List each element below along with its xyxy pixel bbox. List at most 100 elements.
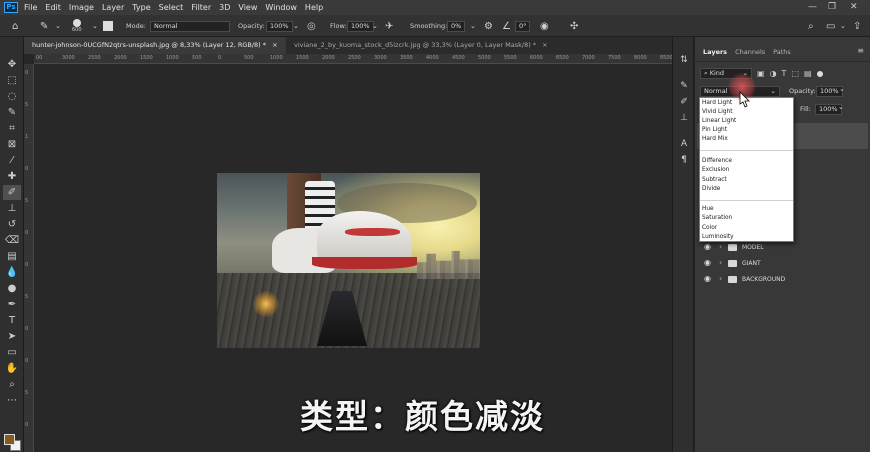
frame-tool-icon[interactable]: ⊠ [3,137,21,152]
smoothing-input[interactable]: 0% [447,15,466,37]
dodge-tool-icon[interactable]: ● [3,281,21,296]
share-icon[interactable]: ⇪ [853,15,861,37]
fill-chevron-icon[interactable]: ⌄ [838,103,844,111]
tool-preset-chevron-icon[interactable]: ⌄ [55,15,61,37]
angle-input[interactable]: 0° [515,15,531,37]
eyedropper-tool-icon[interactable]: ⁄ [3,153,21,168]
menu-select[interactable]: Select [159,3,184,12]
opacity-chevron-icon[interactable]: ⌄ [839,85,845,93]
restore-icon[interactable]: ❐ [828,2,836,12]
move-tool-icon[interactable]: ✥ [3,57,21,72]
tab-paths[interactable]: Paths [773,48,791,56]
visibility-eye-icon[interactable]: ◉ [704,274,711,283]
document-tab[interactable]: viviane_2_by_kuoma_stock_d5izcrk.jpg @ 3… [286,37,556,54]
blend-option-saturation[interactable]: Saturation [702,214,732,223]
smoothing-gear-icon[interactable]: ⚙ [484,15,493,37]
zoom-tool-icon[interactable]: ⌕ [3,377,21,392]
menu-file[interactable]: File [24,3,37,12]
smoothing-chevron-icon[interactable]: ⌄ [470,15,476,37]
menu-layer[interactable]: Layer [102,3,124,12]
crop-tool-icon[interactable]: ⌗ [3,121,21,136]
layer-row[interactable]: ◉ › MODEL [697,240,868,255]
filter-shape-icon[interactable]: ⬚ [791,69,799,78]
close-tab-icon[interactable]: × [272,41,277,49]
filter-smart-object-icon[interactable]: ▤ [804,69,812,78]
menu-view[interactable]: View [238,3,257,12]
hand-tool-icon[interactable]: ✋ [3,361,21,376]
opacity-chevron-icon[interactable]: ⌄ [293,15,299,37]
airbrush-icon[interactable]: ✈ [385,15,393,37]
menu-3d[interactable]: 3D [219,3,230,12]
menu-help[interactable]: Help [305,3,323,12]
healing-brush-tool-icon[interactable]: ✚ [3,169,21,184]
eraser-tool-icon[interactable]: ⌫ [3,233,21,248]
rectangle-tool-icon[interactable]: ▭ [3,345,21,360]
document-image[interactable] [217,173,480,348]
blend-option-vivid-light[interactable]: Vivid Light [702,108,732,117]
tab-layers[interactable]: Layers [703,48,727,56]
visibility-eye-icon[interactable]: ◉ [704,242,711,251]
document-tab-active[interactable]: hunter-johnson-0UCGfN2qtrs-unsplash.jpg … [24,37,286,54]
menu-edit[interactable]: Edit [45,3,61,12]
symmetry-icon[interactable]: ✣ [570,15,578,37]
gradient-tool-icon[interactable]: ▤ [3,249,21,264]
pen-tool-icon[interactable]: ✒ [3,297,21,312]
brushes-panel-icon[interactable]: ✐ [678,97,690,109]
filter-adjustment-icon[interactable]: ◑ [770,69,777,78]
marquee-tool-icon[interactable]: ⬚ [3,73,21,88]
brush-tool-icon[interactable]: ✎ [40,15,48,37]
close-tab-icon[interactable]: × [542,41,547,49]
character-panel-icon[interactable]: A [678,139,690,151]
search-icon[interactable]: ⌕ [808,15,814,37]
blend-option-divide[interactable]: Divide [702,185,720,194]
more-tools-icon[interactable]: ⋯ [3,393,21,408]
path-selection-tool-icon[interactable]: ➤ [3,329,21,344]
group-expand-chevron-icon[interactable]: › [719,274,722,283]
brush-preset-chevron-icon[interactable]: ⌄ [92,15,98,37]
history-brush-tool-icon[interactable]: ↺ [3,217,21,232]
pressure-size-icon[interactable]: ◉ [540,15,549,37]
pressure-opacity-icon[interactable]: ◎ [307,15,316,37]
blend-option-pin-light[interactable]: Pin Light [702,126,727,135]
flow-chevron-icon[interactable]: ⌄ [372,15,378,37]
clone-source-icon[interactable]: ⊥ [678,113,690,125]
visibility-eye-icon[interactable]: ◉ [704,258,711,267]
blend-option-exclusion[interactable]: Exclusion [702,166,729,175]
blend-option-linear-light[interactable]: Linear Light [702,117,736,126]
paragraph-panel-icon[interactable]: ¶ [678,155,690,167]
panel-menu-icon[interactable]: ≡ [857,46,864,55]
filter-pixel-icon[interactable]: ▣ [757,69,765,78]
filter-type-icon[interactable]: T [782,69,787,78]
flow-input[interactable]: 100% [347,15,374,37]
blend-option-luminosity[interactable]: Luminosity [702,233,734,242]
lasso-tool-icon[interactable]: ◌ [3,89,21,104]
mode-select[interactable]: Normal [150,15,230,37]
workspace-icon[interactable]: ▭ [826,15,835,37]
blend-option-color[interactable]: Color [702,224,717,233]
workspace-chevron-icon[interactable]: ⌄ [840,15,846,37]
layer-row[interactable]: ◉ › GIANT [697,256,868,271]
close-icon[interactable]: ✕ [850,2,858,12]
opacity-input[interactable]: 100% [266,15,293,37]
menu-window[interactable]: Window [265,3,297,12]
layer-row[interactable]: ◉ › BACKGROUND [697,272,868,287]
brush-settings-icon[interactable]: ✎ [678,81,690,93]
blur-tool-icon[interactable]: 💧 [3,265,21,280]
blend-option-difference[interactable]: Difference [702,157,732,166]
quick-selection-tool-icon[interactable]: ✎ [3,105,21,120]
filter-toggle-icon[interactable] [816,70,823,77]
blend-option-hard-mix[interactable]: Hard Mix [702,135,728,144]
menu-image[interactable]: Image [69,3,94,12]
menu-type[interactable]: Type [132,3,150,12]
blend-option-hue[interactable]: Hue [702,205,714,214]
foreground-color-swatch[interactable] [4,434,15,445]
clone-stamp-tool-icon[interactable]: ⊥ [3,201,21,216]
blend-option-hard-light[interactable]: Hard Light [702,99,732,108]
group-expand-chevron-icon[interactable]: › [719,242,722,251]
type-tool-icon[interactable]: T [3,313,21,328]
minimize-icon[interactable]: — [808,2,817,12]
tab-channels[interactable]: Channels [735,48,765,56]
history-panel-icon[interactable]: ⇅ [678,55,690,67]
brush-settings-panel-icon[interactable] [103,15,113,37]
menu-filter[interactable]: Filter [191,3,211,12]
